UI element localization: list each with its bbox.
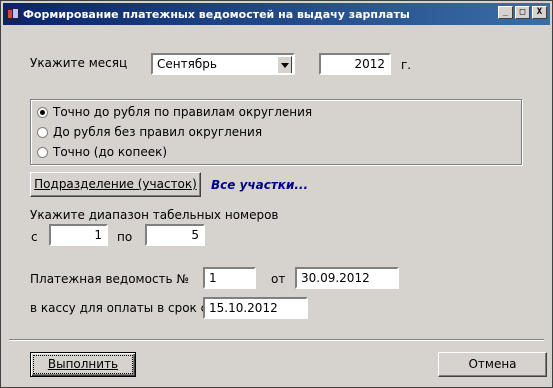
radio-rounding-no-rules[interactable]: До рубля без правил округления <box>37 125 262 139</box>
title-bar[interactable]: Формирование платежных ведомостей на выд… <box>3 3 550 25</box>
year-input[interactable]: 2012 <box>319 53 391 75</box>
tabel-from-input[interactable]: 1 <box>49 224 108 246</box>
radio-rounding-rules[interactable]: Точно до рубля по правилам округления <box>37 105 312 119</box>
radio-exact-kopeks[interactable]: Точно (до копеек) <box>37 145 167 159</box>
minimize-button[interactable]: _ <box>498 6 513 19</box>
radio-checked-icon <box>37 106 48 118</box>
radio-unchecked-icon <box>37 146 48 158</box>
tabel-range-label: Укажите диапазон табельных номеров <box>30 208 279 222</box>
maximize-button[interactable]: □ <box>515 6 530 19</box>
month-select[interactable]: Сентябрь <box>151 53 295 75</box>
department-button[interactable]: Подразделение (участок) <box>30 172 201 197</box>
month-select-value: Сентябрь <box>157 57 217 71</box>
run-button-label: Выполнить <box>47 357 119 371</box>
year-suffix: г. <box>401 58 412 72</box>
due-date-label: в кассу для оплаты в срок с <box>30 301 208 315</box>
close-button[interactable]: X <box>532 6 547 19</box>
department-value[interactable]: Все участки... <box>211 178 308 192</box>
radio-unchecked-icon <box>37 126 48 138</box>
run-button[interactable]: Выполнить <box>30 352 136 377</box>
radio-label: Точно до рубля по правилам округления <box>53 105 313 119</box>
tabel-from-label: с <box>31 230 38 244</box>
chevron-down-icon[interactable] <box>277 56 292 73</box>
department-button-label: Подразделение (участок) <box>34 177 197 191</box>
cancel-button[interactable]: Отмена <box>438 352 547 377</box>
radio-label: До рубля без правил округления <box>53 125 263 139</box>
statement-number-label: Платежная ведомость № <box>30 272 189 286</box>
statement-date-label: от <box>271 272 286 286</box>
radio-label: Точно (до копеек) <box>53 145 168 159</box>
due-date-input[interactable]: 15.10.2012 <box>203 297 308 319</box>
statement-number-input[interactable]: 1 <box>203 267 256 289</box>
tabel-to-input[interactable]: 5 <box>145 224 205 246</box>
month-label: Укажите месяц <box>30 56 128 70</box>
footer-divider <box>9 339 544 341</box>
tabel-to-label: по <box>117 230 133 244</box>
statement-date-input[interactable]: 30.09.2012 <box>295 267 399 289</box>
cancel-button-label: Отмена <box>468 357 517 371</box>
window-title: Формирование платежных ведомостей на выд… <box>23 7 410 21</box>
dialog-window: Формирование платежных ведомостей на выд… <box>0 0 553 388</box>
app-icon <box>6 7 20 21</box>
